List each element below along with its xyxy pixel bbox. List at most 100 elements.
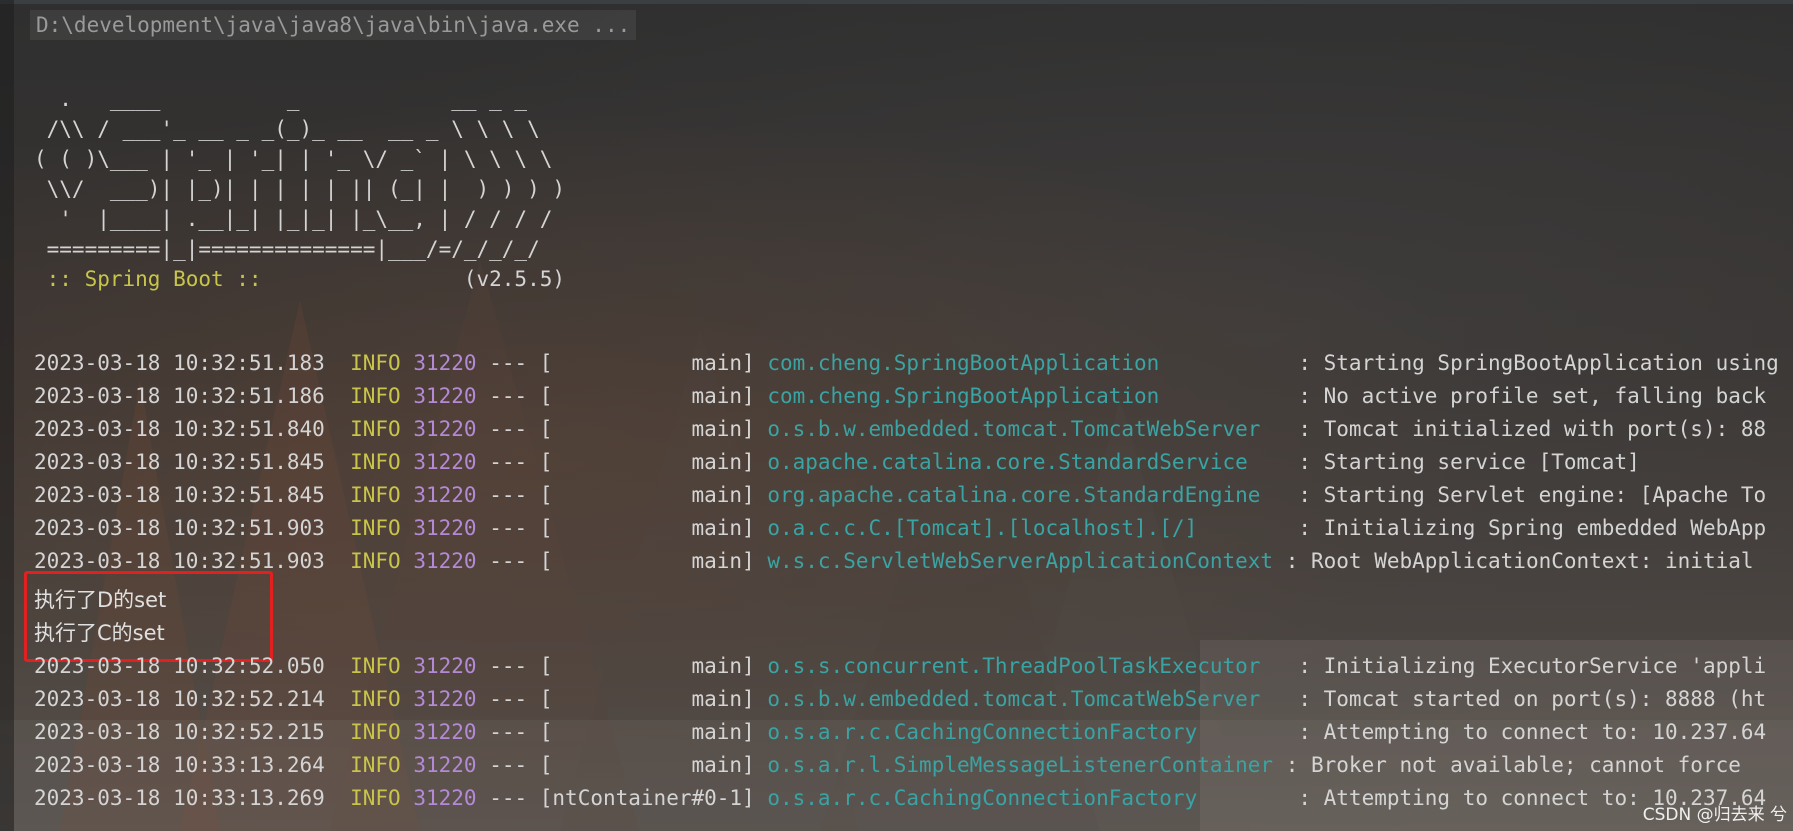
log-separator: --- [ bbox=[476, 450, 553, 474]
log-thread: main] bbox=[552, 483, 768, 507]
log-message: : Initializing Spring embedded WebApp bbox=[1285, 516, 1767, 540]
log-pid: 31220 bbox=[413, 450, 477, 474]
log-level: INFO bbox=[350, 549, 401, 573]
log-thread: main] bbox=[552, 720, 768, 744]
log-separator: --- [ bbox=[476, 516, 553, 540]
log-level: INFO bbox=[350, 516, 401, 540]
log-level: INFO bbox=[350, 417, 401, 441]
spring-boot-version-line: :: Spring Boot :: (v2.5.5) bbox=[34, 263, 565, 296]
log-level: INFO bbox=[350, 654, 401, 678]
banner-line: /\\ / ___'_ __ _ _(_)_ __ __ _ \ \ \ \ bbox=[34, 117, 540, 141]
log-separator: --- [ bbox=[476, 549, 553, 573]
console-gutter bbox=[0, 0, 14, 831]
log-separator: --- [ bbox=[476, 417, 553, 441]
log-thread: main] bbox=[552, 516, 768, 540]
log-logger[interactable]: o.s.b.w.embedded.tomcat.TomcatWebServer bbox=[767, 687, 1285, 711]
log-logger[interactable]: o.s.s.concurrent.ThreadPoolTaskExecutor bbox=[767, 654, 1285, 678]
log-line: 2023-03-18 10:32:52.215 INFO 31220 --- [… bbox=[34, 716, 1766, 749]
log-timestamp: 2023-03-18 10:32:51.845 bbox=[34, 483, 325, 507]
log-timestamp: 2023-03-18 10:32:51.186 bbox=[34, 384, 325, 408]
banner-line: =========|_|==============|___/=/_/_/_/ bbox=[34, 237, 540, 261]
log-level: INFO bbox=[350, 450, 401, 474]
log-timestamp: 2023-03-18 10:32:52.214 bbox=[34, 687, 325, 711]
log-logger[interactable]: o.s.b.w.embedded.tomcat.TomcatWebServer bbox=[767, 417, 1285, 441]
log-message: : Starting SpringBootApplication using bbox=[1285, 351, 1779, 375]
log-message: : No active profile set, falling back bbox=[1285, 384, 1767, 408]
log-pid: 31220 bbox=[413, 549, 477, 573]
log-pid: 31220 bbox=[413, 654, 477, 678]
log-separator: --- [ bbox=[476, 687, 553, 711]
log-separator: --- [ bbox=[476, 720, 553, 744]
banner-line: \\/ ___)| |_)| | | | | || (_| | ) ) ) ) bbox=[34, 177, 566, 201]
log-timestamp: 2023-03-18 10:33:13.264 bbox=[34, 753, 325, 777]
log-pid: 31220 bbox=[413, 753, 477, 777]
log-message: : Initializing ExecutorService 'appli bbox=[1285, 654, 1767, 678]
log-thread: ntContainer#0-1] bbox=[552, 786, 768, 810]
log-timestamp: 2023-03-18 10:32:52.215 bbox=[34, 720, 325, 744]
log-pid: 31220 bbox=[413, 417, 477, 441]
log-line: 2023-03-18 10:33:13.269 INFO 31220 --- [… bbox=[34, 782, 1766, 815]
log-separator: --- [ bbox=[476, 786, 553, 810]
log-message: : Tomcat started on port(s): 8888 (ht bbox=[1285, 687, 1767, 711]
run-console-output[interactable]: D:\development\java\java8\java\bin\java.… bbox=[0, 0, 1793, 831]
toolbar-edge bbox=[0, 0, 1793, 4]
log-pid: 31220 bbox=[413, 483, 477, 507]
log-timestamp: 2023-03-18 10:32:51.903 bbox=[34, 516, 325, 540]
log-pid: 31220 bbox=[413, 720, 477, 744]
log-line: 2023-03-18 10:32:51.183 INFO 31220 --- [… bbox=[34, 347, 1779, 380]
log-timestamp: 2023-03-18 10:33:13.269 bbox=[34, 786, 325, 810]
csdn-watermark: CSDN @归去来 兮 bbox=[1642, 805, 1787, 825]
log-level: INFO bbox=[350, 753, 401, 777]
log-line: 2023-03-18 10:32:52.214 INFO 31220 --- [… bbox=[34, 683, 1766, 716]
log-line: 2023-03-18 10:33:13.264 INFO 31220 --- [… bbox=[34, 749, 1741, 782]
log-logger[interactable]: o.s.a.r.c.CachingConnectionFactory bbox=[767, 720, 1285, 744]
log-message: : Starting service [Tomcat] bbox=[1285, 450, 1640, 474]
log-logger[interactable]: o.s.a.r.l.SimpleMessageListenerContainer bbox=[767, 753, 1273, 777]
log-logger[interactable]: com.cheng.SpringBootApplication bbox=[767, 384, 1285, 408]
log-level: INFO bbox=[350, 786, 401, 810]
log-logger[interactable]: o.a.c.c.C.[Tomcat].[localhost].[/] bbox=[767, 516, 1285, 540]
log-thread: main] bbox=[552, 450, 768, 474]
log-thread: main] bbox=[552, 654, 768, 678]
log-level: INFO bbox=[350, 720, 401, 744]
highlight-annotation-box bbox=[24, 571, 273, 662]
log-logger[interactable]: com.cheng.SpringBootApplication bbox=[767, 351, 1285, 375]
log-separator: --- [ bbox=[476, 483, 553, 507]
log-thread: main] bbox=[552, 417, 768, 441]
log-separator: --- [ bbox=[476, 753, 553, 777]
log-level: INFO bbox=[350, 483, 401, 507]
log-timestamp: 2023-03-18 10:32:51.903 bbox=[34, 549, 325, 573]
log-level: INFO bbox=[350, 687, 401, 711]
log-pid: 31220 bbox=[413, 516, 477, 540]
log-message: : Broker not available; cannot force bbox=[1273, 753, 1741, 777]
log-logger[interactable]: w.s.c.ServletWebServerApplicationContext bbox=[767, 549, 1273, 573]
log-timestamp: 2023-03-18 10:32:51.845 bbox=[34, 450, 325, 474]
spring-boot-label: :: Spring Boot :: bbox=[34, 267, 275, 291]
log-thread: main] bbox=[552, 384, 768, 408]
log-thread: main] bbox=[552, 687, 768, 711]
log-logger[interactable]: o.apache.catalina.core.StandardService bbox=[767, 450, 1285, 474]
log-level: INFO bbox=[350, 384, 401, 408]
log-logger[interactable]: org.apache.catalina.core.StandardEngine bbox=[767, 483, 1285, 507]
log-message: : Tomcat initialized with port(s): 88 bbox=[1285, 417, 1767, 441]
log-level: INFO bbox=[350, 351, 401, 375]
spring-boot-version: (v2.5.5) bbox=[274, 267, 566, 291]
log-line: 2023-03-18 10:32:51.840 INFO 31220 --- [… bbox=[34, 413, 1766, 446]
log-line: 2023-03-18 10:32:52.050 INFO 31220 --- [… bbox=[34, 650, 1766, 683]
log-logger[interactable]: o.s.a.r.c.CachingConnectionFactory bbox=[767, 786, 1285, 810]
log-message: : Starting Servlet engine: [Apache To bbox=[1285, 483, 1767, 507]
log-line: 2023-03-18 10:32:51.845 INFO 31220 --- [… bbox=[34, 446, 1640, 479]
log-timestamp: 2023-03-18 10:32:51.840 bbox=[34, 417, 325, 441]
log-message: : Attempting to connect to: 10.237.64 bbox=[1285, 720, 1767, 744]
log-thread: main] bbox=[552, 753, 768, 777]
log-line: 2023-03-18 10:32:51.845 INFO 31220 --- [… bbox=[34, 479, 1766, 512]
log-line: 2023-03-18 10:32:51.186 INFO 31220 --- [… bbox=[34, 380, 1766, 413]
log-timestamp: 2023-03-18 10:32:51.183 bbox=[34, 351, 325, 375]
banner-line: . ____ _ __ _ _ bbox=[34, 87, 528, 111]
log-thread: main] bbox=[552, 351, 768, 375]
log-pid: 31220 bbox=[413, 351, 477, 375]
banner-line: ' |____| .__|_| |_|_| |_\__, | / / / / bbox=[34, 207, 553, 231]
log-separator: --- [ bbox=[476, 654, 553, 678]
log-pid: 31220 bbox=[413, 687, 477, 711]
log-pid: 31220 bbox=[413, 786, 477, 810]
